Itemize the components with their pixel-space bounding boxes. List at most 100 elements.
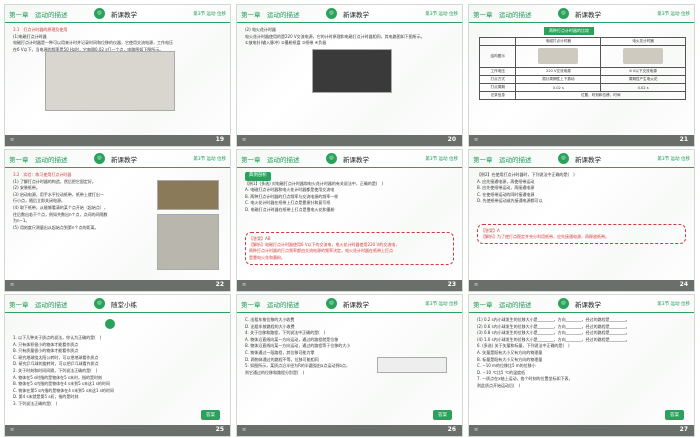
footer-mark: ≡ <box>10 137 15 143</box>
comparison-table: 电磁打点计时器 电火花计时器 结构图示 工作电压 220 V交流电源 6 V以下交流电源打… <box>478 37 686 100</box>
footer-mark: ≡ <box>474 427 479 433</box>
text-line: C. 电火花计时器在纸带上打点是靠振针和复写纸 <box>245 200 331 206</box>
section-icon: ◎ <box>94 8 105 19</box>
section-icon: ◎ <box>558 153 569 164</box>
text-line: 1. 以下几种关于质点的说法，你认为正确的是( ) <box>13 335 102 340</box>
slide-thumbnail[interactable]: 第一章 运动的描述 ◎ 新课教学 第3节 运动 位移 C. 出租车按位移的大小收费 D. … <box>236 294 463 437</box>
table-cell: 0.02 s <box>600 83 686 92</box>
table-row: 打点方式 振针周期性上下振动 周期性产生电火花 <box>478 75 686 84</box>
section-subtitle: 第3节 运动 位移 <box>425 157 458 162</box>
answer-button[interactable]: 答案 <box>665 410 684 420</box>
text-line: (2) 电火花计时器 <box>245 27 276 32</box>
slide-thumbnail[interactable]: 第一章 运动的描述 ◎ 新课教学 第3节 运动 位移 两种打点计时器的比较 电磁打点计时器… <box>468 4 695 147</box>
section-subtitle: 第3节 运动 位移 <box>425 302 458 307</box>
table-cell: 记录信息 <box>478 91 517 100</box>
table-row: 打点周期 0.02 s 0.02 s <box>478 83 686 92</box>
text-line: B. 应先使纸带运动，再接通电源 <box>477 185 535 191</box>
slide-footer: ≡ 25 <box>5 425 230 436</box>
text-line: (4) 取下纸带，从能够看清的某个点开始（起始点）， <box>13 204 108 210</box>
slide-thumbnail[interactable]: 第一章 运动的描述 ◎ 新课教学 第3节 运动 位移 典例剖析 【例1】(多选) 对电磁打… <box>236 149 463 292</box>
text-line: A. 电磁打点计时器和电火花计时器都是使用交流电 <box>245 187 335 193</box>
section-title: 新课教学 <box>575 10 601 19</box>
slide-header: 第一章 运动的描述 ◎ 新课教学 第3节 运动 位移 <box>469 150 694 167</box>
text-line: B. 物体在5 s内指的是物体在4 s末到5 s末这1 s的时间 <box>13 381 110 387</box>
section-title: 新课教学 <box>575 300 601 309</box>
footer-mark: ≡ <box>474 137 479 143</box>
text-line: 7. 一质点在x轴上运动，各个时刻的位置坐标如下表， <box>477 376 573 382</box>
practice-icon <box>105 319 115 329</box>
answer-button[interactable]: 答案 <box>201 410 220 420</box>
text-line: (3) 0.8 s内小球发生的位移大小是________，方向________，… <box>477 330 630 336</box>
text-line: 【例2】在使用打点计时器时，下列说法中正确的是( ) <box>477 172 575 177</box>
text-line: ①放电针(输入脉冲) ②墨粉纸盘 ③纸带 ④负极 <box>245 40 327 46</box>
chapter-title: 第一章 运动的描述 <box>473 10 532 19</box>
section-icon: ◎ <box>326 298 337 309</box>
section-title: 新课教学 <box>575 155 601 164</box>
header-divider <box>469 22 694 23</box>
page-number: 24 <box>679 281 688 288</box>
slide-header: 第一章 运动的描述 ◎ 新课教学 第3节 运动 位移 <box>5 150 230 167</box>
answer-button[interactable]: 答案 <box>433 410 452 420</box>
header-divider <box>237 22 462 23</box>
table-cell: 工作电压 <box>478 67 517 76</box>
section-subtitle: 第3节 运动 位移 <box>657 12 690 17</box>
text-line: (2) 安装纸带。 <box>13 185 40 191</box>
slide-thumbnail[interactable]: 第一章 运动的描述 ◎ 新课教学 第3节 运动 位移 【例2】在使用打点计时器时，下列说… <box>468 149 695 292</box>
slide-thumbnail[interactable]: 第一章 运动的描述 ◎ 新课教学 第3节 运动 位移 3.1 打点计时器的原理及使用 (1… <box>4 4 231 147</box>
page-number: 25 <box>215 426 224 433</box>
slide-header: 第一章 运动的描述 ◎ 新课教学 第3节 运动 位移 <box>5 5 230 22</box>
slide-thumbnail[interactable]: 第一章 运动的描述 ◎ 随堂小练 1. 以下几种关于质点的说法，你认为正确的是( ) A… <box>4 294 231 437</box>
timer-photo <box>157 214 219 270</box>
section-icon: ◎ <box>558 8 569 19</box>
section-title: 新课教学 <box>111 155 137 164</box>
slide-footer: ≡ 19 <box>5 135 230 146</box>
text-line: B. 只有质量很小的物体才能看作质点 <box>13 348 79 354</box>
section-title: 新课教学 <box>343 155 369 164</box>
slide-header: 第一章 运动的描述 ◎ 新课教学 第3节 运动 位移 <box>237 295 462 312</box>
footer-mark: ≡ <box>10 282 15 288</box>
section-icon: ◎ <box>94 298 105 309</box>
text-line: 2. 关于时刻和时间间隔，下列说法正确的是( ) <box>13 367 98 373</box>
text-line: (1) 0.2 s内小球发生的位移大小是________，方向________，… <box>477 317 630 322</box>
table-row: 结构图示 <box>478 45 686 68</box>
experiment-photo <box>157 180 219 210</box>
header-divider <box>5 312 230 313</box>
text-line: B. 物体沿直线向某一方向运动，通过的路程等于位移的大小 <box>245 343 351 349</box>
slide-header: 第一章 运动的描述 ◎ 新课教学 第3节 运动 位移 <box>237 150 462 167</box>
text-line: 3.1 打点计时器的原理及使用 <box>13 27 68 32</box>
header-divider <box>5 167 230 168</box>
slide-thumbnail[interactable]: 第一章 运动的描述 ◎ 新课教学 第3节 运动 位移 3.2 实验：练习使用打点计时器(… <box>4 149 231 292</box>
chapter-title: 第一章 运动的描述 <box>9 300 68 309</box>
text-line: (1)电磁打点计时器 <box>13 33 47 39</box>
text-line: (2) 0.6 s内小球发生的位移大小是________，方向________，… <box>477 323 630 329</box>
table-cell: 0.02 s <box>515 83 602 92</box>
table-cell: 位置、时刻和位移、时间 <box>515 91 686 100</box>
header-divider <box>237 312 462 313</box>
text-line: C. −10 m的位移比5 m的位移小 <box>477 363 536 369</box>
text-line: D. 第4 s末就是第5 s初，指的是时刻 <box>13 394 79 400</box>
slide-thumbnail[interactable]: 第一章 运动的描述 ◎ 新课教学 第3节 运动 位移 (2) 电火花计时器 电火花计时器使… <box>236 4 463 147</box>
text-line: C. 物体通过一段路程，其位移可能为零 <box>245 349 315 355</box>
answer-box: 【答案】A 【解析】为了使打点稳定并充分利用纸带，应先接通电源，再释放纸带。 <box>477 224 686 245</box>
timer-diagram <box>45 51 175 111</box>
table-cell: 振针周期性上下振动 <box>515 75 602 84</box>
text-line: (5) 用刻度尺测量出从起始点到第n个点的距离。 <box>13 224 99 230</box>
slide-footer: ≡ 22 <box>5 280 230 291</box>
device-image <box>623 48 664 64</box>
table-header-cell: 电磁打点计时器 <box>515 37 602 46</box>
text-line: 行小点，随后立即关闭电源。 <box>13 198 65 204</box>
text-line: 6. (多选) 关于矢量和标量，下列说法中正确的是( ) <box>477 343 570 349</box>
example-tag: 典例剖析 <box>245 172 271 181</box>
slide-thumbnail[interactable]: 第一章 运动的描述 ◎ 新课教学 第3节 运动 位移 (1) 0.2 s内小球发生的位移… <box>468 294 695 437</box>
table-cell: 结构图示 <box>478 45 517 68</box>
slide-body: 3.2 实验：练习使用打点计时器 (1) 了解打点计时器的构造，然后把它固定好。(… <box>13 172 160 231</box>
table-row: 工作电压 220 V交流电源 6 V以下交流电源 <box>478 67 686 76</box>
text-line: (4) 1.0 s内小球发生的位移大小是________，方向________，… <box>477 336 630 342</box>
header-divider <box>5 22 230 23</box>
section-icon: ◎ <box>326 8 337 19</box>
chapter-title: 第一章 运动的描述 <box>241 300 300 309</box>
section-title: 新课教学 <box>111 10 137 19</box>
page-number: 20 <box>447 136 456 143</box>
slide-footer: ≡ 27 <box>469 425 694 436</box>
slide-body: (1) 0.2 s内小球发生的位移大小是________，方向________，… <box>477 317 686 390</box>
